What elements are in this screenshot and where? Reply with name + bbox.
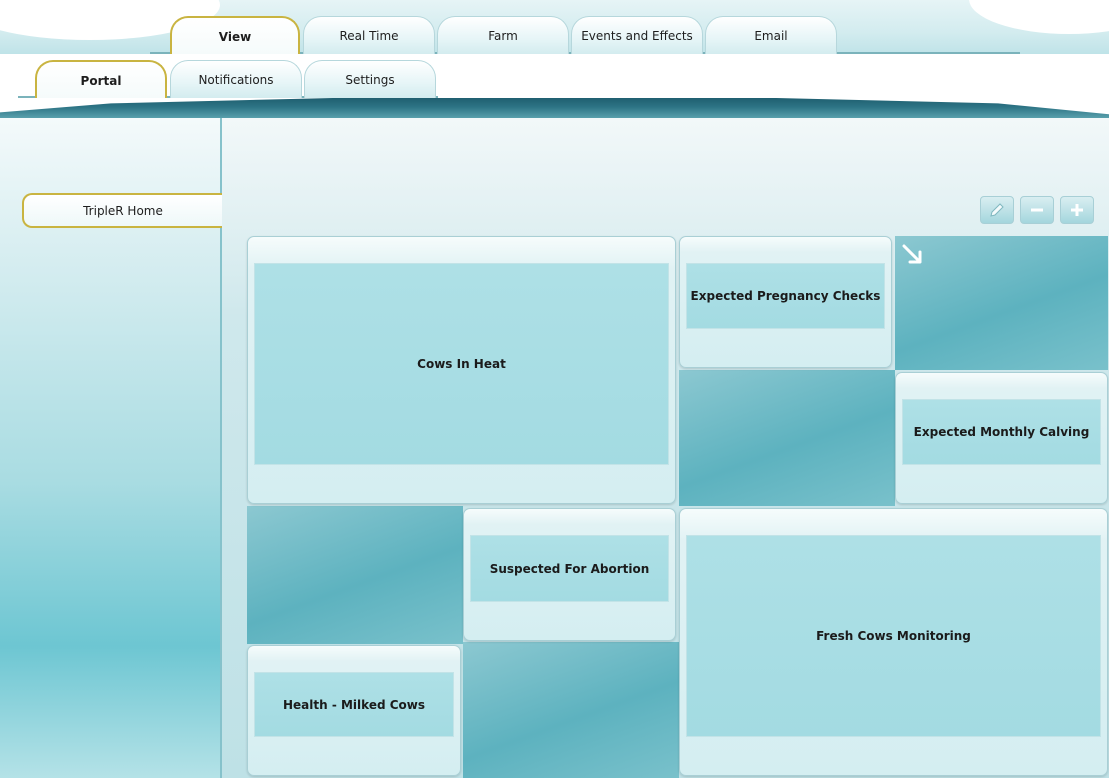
widget-health-milked-cows[interactable]: Health - Milked Cows	[247, 645, 461, 776]
empty-cell	[463, 642, 679, 778]
widget-suspected-for-abortion[interactable]: Suspected For Abortion	[463, 508, 676, 641]
widget-title: Suspected For Abortion	[470, 535, 669, 602]
widget-cows-in-heat[interactable]: Cows In Heat	[247, 236, 676, 504]
tab-farm[interactable]: Farm	[437, 16, 569, 54]
widget-expected-monthly-calving[interactable]: Expected Monthly Calving	[895, 372, 1108, 504]
widget-title: Fresh Cows Monitoring	[686, 535, 1101, 737]
top-chrome: View Real Time Farm Events and Effects E…	[0, 0, 1109, 134]
widget-title: Expected Pregnancy Checks	[686, 263, 885, 329]
widget-title: Expected Monthly Calving	[902, 399, 1101, 465]
widget-fresh-cows-monitoring[interactable]: Fresh Cows Monitoring	[679, 508, 1108, 776]
resize-arrow-icon[interactable]	[901, 243, 923, 265]
widget-expected-pregnancy-checks[interactable]: Expected Pregnancy Checks	[679, 236, 892, 368]
empty-cell	[895, 236, 1108, 370]
zoom-in-button[interactable]	[1060, 196, 1094, 224]
pencil-icon	[990, 203, 1004, 217]
widget-title: Cows In Heat	[254, 263, 669, 465]
tab-email[interactable]: Email	[705, 16, 837, 54]
tab-events-and-effects[interactable]: Events and Effects	[571, 16, 703, 54]
tab-view[interactable]: View	[170, 16, 300, 54]
subtab-portal[interactable]: Portal	[35, 60, 167, 98]
widget-title: Health - Milked Cows	[254, 672, 454, 737]
tab-real-time[interactable]: Real Time	[303, 16, 435, 54]
sidebar-item-triple-r-home[interactable]: TripleR Home	[22, 193, 222, 228]
edit-button[interactable]	[980, 196, 1014, 224]
plus-icon	[1071, 204, 1083, 216]
subtab-notifications[interactable]: Notifications	[170, 60, 302, 98]
empty-cell	[679, 370, 895, 506]
subtab-settings[interactable]: Settings	[304, 60, 436, 98]
zoom-out-button[interactable]	[1020, 196, 1054, 224]
empty-cell	[247, 506, 463, 644]
minus-icon	[1031, 208, 1043, 212]
